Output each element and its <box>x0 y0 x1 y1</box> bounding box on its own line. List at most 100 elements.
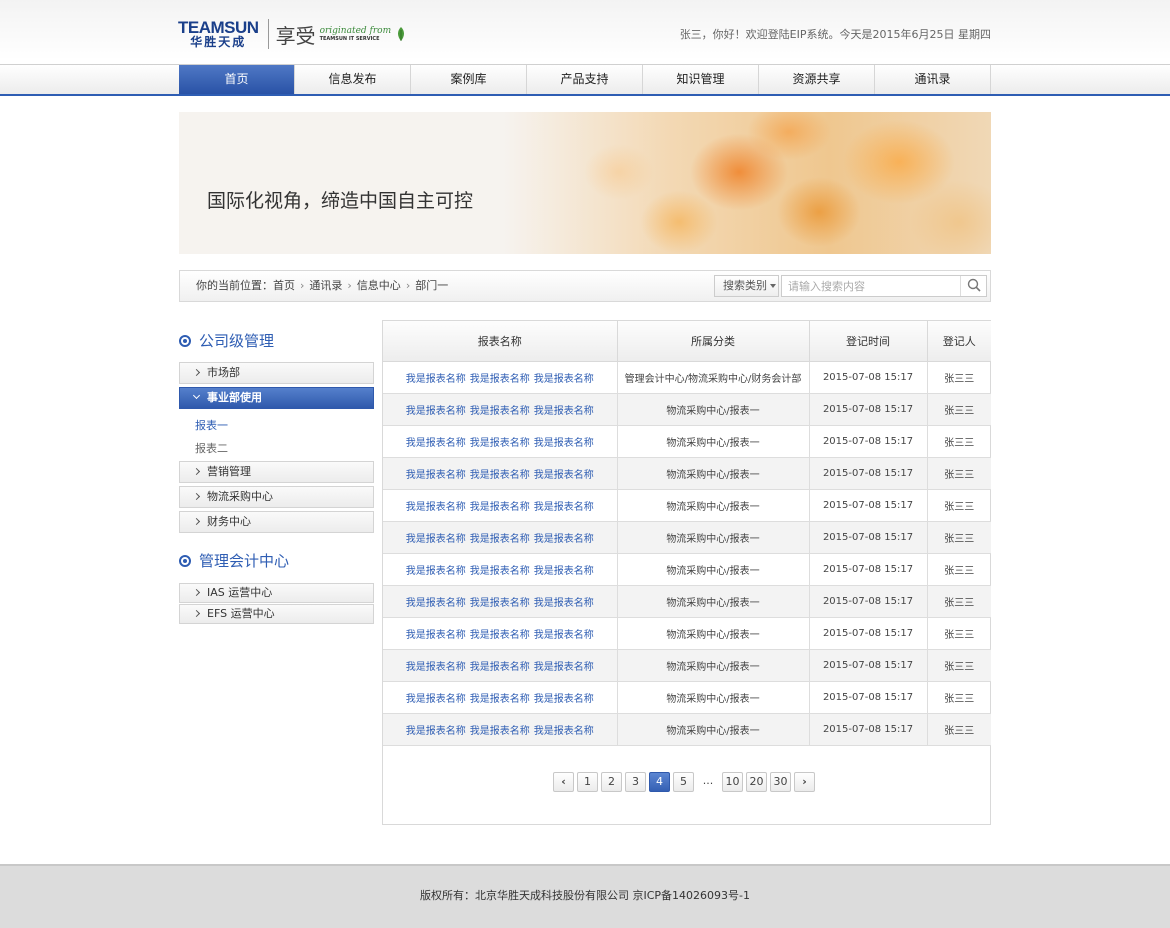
page-button[interactable]: 3 <box>625 772 646 792</box>
report-link[interactable]: 我是报表名称 <box>534 662 594 673</box>
nav-item[interactable]: 产品支持 <box>527 65 643 94</box>
report-name-cell: 我是报表名称 我是报表名称 我是报表名称 <box>383 648 618 682</box>
report-link[interactable]: 我是报表名称 <box>470 406 530 417</box>
page-button[interactable]: 1 <box>577 772 598 792</box>
report-link[interactable]: 我是报表名称 <box>406 502 466 513</box>
copyright-text: 版权所有：北京华胜天成科技股份有限公司 京ICP备14026093号-1 <box>419 889 750 902</box>
table-row: 我是报表名称 我是报表名称 我是报表名称 管理会计中心/物流采购中心/财务会计部 201… <box>383 360 991 394</box>
time-cell: 2015-07-08 15:17 <box>808 520 928 554</box>
sidebar-section-accounting[interactable]: 管理会计中心 <box>179 550 289 571</box>
person-cell: 张三三 <box>926 616 991 650</box>
breadcrumb-item[interactable]: 部门一 <box>415 279 448 292</box>
report-name-cell: 我是报表名称 我是报表名称 我是报表名称 <box>383 584 618 618</box>
time-cell: 2015-07-08 15:17 <box>808 712 928 746</box>
next-page-button[interactable]: › <box>794 772 815 792</box>
report-link[interactable]: 我是报表名称 <box>534 406 594 417</box>
logo-script-text: originated from <box>319 26 392 36</box>
sidebar-item-label: 物流采购中心 <box>207 490 273 503</box>
report-link[interactable]: 我是报表名称 <box>406 726 466 737</box>
report-link[interactable]: 我是报表名称 <box>406 534 466 545</box>
report-link[interactable]: 我是报表名称 <box>406 406 466 417</box>
report-link[interactable]: 我是报表名称 <box>534 374 594 385</box>
search-type-select[interactable]: 搜索类别 <box>714 275 779 297</box>
report-link[interactable]: 我是报表名称 <box>534 726 594 737</box>
sidebar-section-company[interactable]: 公司级管理 <box>179 330 274 351</box>
footer: 版权所有：北京华胜天成科技股份有限公司 京ICP备14026093号-1 <box>0 864 1170 928</box>
sidebar-item-efs[interactable]: EFS 运营中心 <box>179 604 374 624</box>
report-name-cell: 我是报表名称 我是报表名称 我是报表名称 <box>383 392 618 426</box>
column-header-name[interactable]: 报表名称 <box>383 321 618 362</box>
breadcrumb-item[interactable]: 通讯录 <box>309 279 342 292</box>
column-header-category[interactable]: 所属分类 <box>616 321 810 362</box>
sidebar-subitem-report1[interactable]: 报表一 <box>195 417 228 433</box>
report-link[interactable]: 我是报表名称 <box>406 630 466 641</box>
report-link[interactable]: 我是报表名称 <box>470 470 530 481</box>
nav-item[interactable]: 知识管理 <box>643 65 759 94</box>
report-link[interactable]: 我是报表名称 <box>534 470 594 481</box>
column-header-time[interactable]: 登记时间 <box>808 321 928 362</box>
prev-page-button[interactable]: ‹ <box>553 772 574 792</box>
nav-item[interactable]: 案例库 <box>411 65 527 94</box>
report-link[interactable]: 我是报表名称 <box>470 534 530 545</box>
page-button[interactable]: 2 <box>601 772 622 792</box>
report-link[interactable]: 我是报表名称 <box>406 662 466 673</box>
sidebar-item-ias[interactable]: IAS 运营中心 <box>179 583 374 603</box>
breadcrumb-item[interactable]: 首页 <box>273 279 295 292</box>
person-cell: 张三三 <box>926 456 991 490</box>
report-link[interactable]: 我是报表名称 <box>406 694 466 705</box>
report-link[interactable]: 我是报表名称 <box>470 374 530 385</box>
sidebar-subitem-report2[interactable]: 报表二 <box>195 440 228 456</box>
report-link[interactable]: 我是报表名称 <box>534 566 594 577</box>
time-cell: 2015-07-08 15:17 <box>808 648 928 682</box>
page-button[interactable]: 30 <box>770 772 791 792</box>
report-link[interactable]: 我是报表名称 <box>534 438 594 449</box>
report-link[interactable]: 我是报表名称 <box>406 598 466 609</box>
chevron-right-icon <box>192 517 201 526</box>
report-link[interactable]: 我是报表名称 <box>534 534 594 545</box>
report-name-cell: 我是报表名称 我是报表名称 我是报表名称 <box>383 360 618 394</box>
sidebar-item-finance[interactable]: 财务中心 <box>179 511 374 533</box>
category-cell: 物流采购中心/报表一 <box>616 552 810 586</box>
category-cell: 物流采购中心/报表一 <box>616 616 810 650</box>
page-button[interactable]: 10 <box>722 772 743 792</box>
search-button[interactable] <box>960 276 986 296</box>
report-link[interactable]: 我是报表名称 <box>534 502 594 513</box>
report-link[interactable]: 我是报表名称 <box>470 662 530 673</box>
category-cell: 物流采购中心/报表一 <box>616 456 810 490</box>
sidebar-item-market[interactable]: 市场部 <box>179 362 374 384</box>
report-link[interactable]: 我是报表名称 <box>406 374 466 385</box>
report-link[interactable]: 我是报表名称 <box>470 502 530 513</box>
search-input[interactable] <box>781 275 987 297</box>
page-button[interactable]: 20 <box>746 772 767 792</box>
report-link[interactable]: 我是报表名称 <box>470 694 530 705</box>
nav-item[interactable]: 资源共享 <box>759 65 875 94</box>
report-link[interactable]: 我是报表名称 <box>534 694 594 705</box>
nav-item[interactable]: 首页 <box>179 65 295 94</box>
sidebar-item-business-unit[interactable]: 事业部使用 <box>179 387 374 409</box>
nav-item[interactable]: 通讯录 <box>875 65 991 94</box>
report-link[interactable]: 我是报表名称 <box>470 726 530 737</box>
time-cell: 2015-07-08 15:17 <box>808 616 928 650</box>
report-link[interactable]: 我是报表名称 <box>406 470 466 481</box>
category-cell: 物流采购中心/报表一 <box>616 648 810 682</box>
table-row: 我是报表名称 我是报表名称 我是报表名称 物流采购中心/报表一 2015-07-08 1… <box>383 552 991 586</box>
nav-item[interactable]: 信息发布 <box>295 65 411 94</box>
report-link[interactable]: 我是报表名称 <box>534 630 594 641</box>
sidebar-item-logistics[interactable]: 物流采购中心 <box>179 486 374 508</box>
breadcrumb-item[interactable]: 信息中心 <box>357 279 401 292</box>
table-header-row: 报表名称 所属分类 登记时间 登记人 <box>383 321 991 362</box>
main-nav: 首页 信息发布 案例库 产品支持 知识管理 资源共享 通讯录 <box>0 64 1170 96</box>
report-link[interactable]: 我是报表名称 <box>470 566 530 577</box>
report-link[interactable]: 我是报表名称 <box>406 438 466 449</box>
column-header-person[interactable]: 登记人 <box>926 321 991 362</box>
report-link[interactable]: 我是报表名称 <box>470 630 530 641</box>
report-link[interactable]: 我是报表名称 <box>470 438 530 449</box>
sidebar-item-marketing[interactable]: 营销管理 <box>179 461 374 483</box>
page-button[interactable]: 5 <box>673 772 694 792</box>
page-button[interactable]: 4 <box>649 772 670 792</box>
report-link[interactable]: 我是报表名称 <box>470 598 530 609</box>
logo[interactable]: TEAMSUN 华胜天成 享受 originated from TEAMSUN … <box>178 16 407 52</box>
report-link[interactable]: 我是报表名称 <box>406 566 466 577</box>
report-link[interactable]: 我是报表名称 <box>534 598 594 609</box>
pagination-ellipsis: ... <box>702 774 714 787</box>
